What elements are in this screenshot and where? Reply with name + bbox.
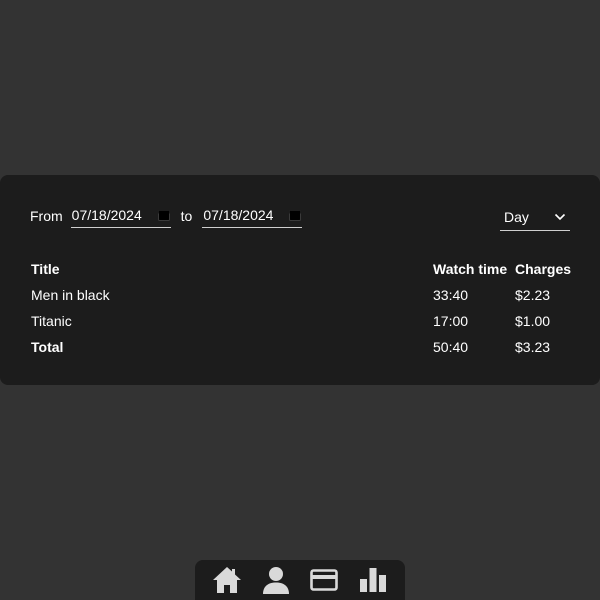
home-icon [213,567,242,593]
chevron-down-icon [554,213,566,221]
to-date-value: 07/18/2024 [203,207,274,223]
period-select-value: Day [504,209,529,225]
from-date-value: 07/18/2024 [71,207,142,223]
bottom-nav-bar [195,560,405,600]
from-label: From [30,208,63,224]
row-watch-time: 33:40 [433,287,469,303]
header-watch-time: Watch time [433,261,508,277]
nav-home-button[interactable] [209,562,245,598]
user-icon [262,567,289,594]
nav-billing-button[interactable] [306,562,342,598]
watch-history-table: Title Watch time Charges Men in black 33… [30,256,575,360]
bar-chart-icon [359,568,386,592]
date-filter-bar: From 07/18/2024 to 07/18/2024 Day [30,203,570,231]
nav-stats-button[interactable] [355,562,391,598]
row-title: Titanic [31,313,72,329]
table-total-row: Total 50:40 $3.23 [30,334,575,360]
period-select[interactable]: Day [500,204,570,231]
table-header-row: Title Watch time Charges [30,256,575,282]
table-row: Titanic 17:00 $1.00 [30,308,575,334]
from-date-input[interactable]: 07/18/2024 [70,203,171,228]
usage-panel: From 07/18/2024 to 07/18/2024 Day Title [0,175,600,385]
to-label: to [180,208,193,224]
total-watch-time: 50:40 [433,339,469,355]
total-charges: $3.23 [515,339,551,355]
row-charges: $1.00 [515,313,551,329]
credit-card-icon [310,569,339,591]
row-charges: $2.23 [515,287,551,303]
calendar-icon[interactable] [157,209,170,221]
header-charges: Charges [515,261,572,277]
calendar-icon[interactable] [289,209,302,221]
row-title: Men in black [31,287,110,303]
nav-profile-button[interactable] [258,562,294,598]
header-title: Title [31,261,60,277]
total-label: Total [31,339,64,355]
to-date-input[interactable]: 07/18/2024 [202,203,303,228]
table-row: Men in black 33:40 $2.23 [30,282,575,308]
row-watch-time: 17:00 [433,313,469,329]
